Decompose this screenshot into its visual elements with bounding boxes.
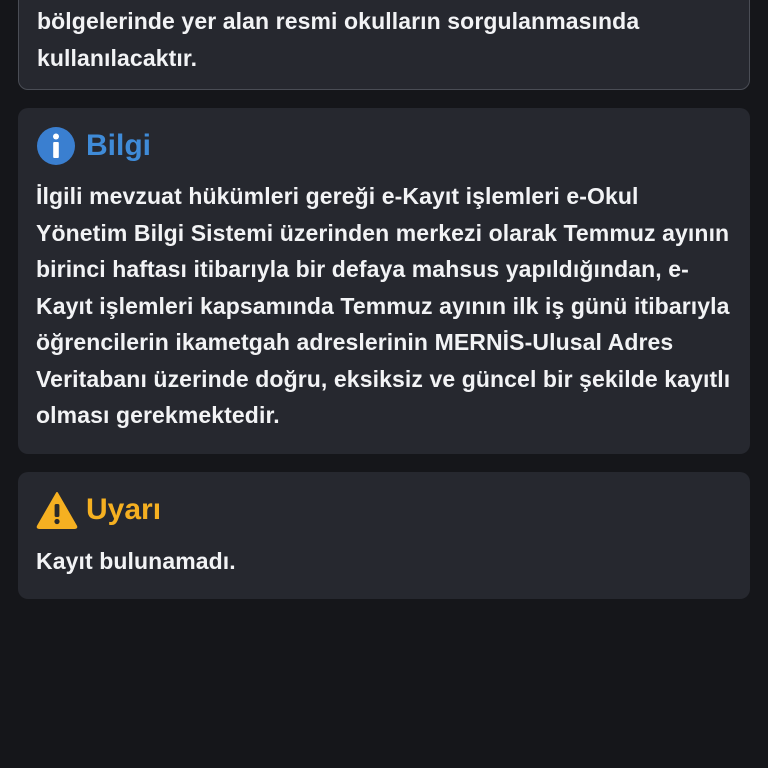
info-header: Bilgi <box>36 126 732 166</box>
warning-header: Uyarı <box>36 490 732 530</box>
info-text: İlgili mevzuat hükümleri gereği e-Kayıt … <box>36 183 731 428</box>
top-note-text: bölgelerinde yer alan resmi okulların so… <box>37 8 640 71</box>
warning-text: Kayıt bulunamadı. <box>36 548 236 574</box>
warning-card: Uyarı Kayıt bulunamadı. <box>18 472 750 599</box>
warning-icon <box>36 490 78 530</box>
info-icon <box>36 126 76 166</box>
top-note-card: bölgelerinde yer alan resmi okulların so… <box>18 0 750 90</box>
warning-title: Uyarı <box>86 493 162 526</box>
info-title: Bilgi <box>86 129 151 162</box>
page: bölgelerinde yer alan resmi okulların so… <box>0 0 768 768</box>
info-card: Bilgi İlgili mevzuat hükümleri gereği e-… <box>18 108 750 454</box>
